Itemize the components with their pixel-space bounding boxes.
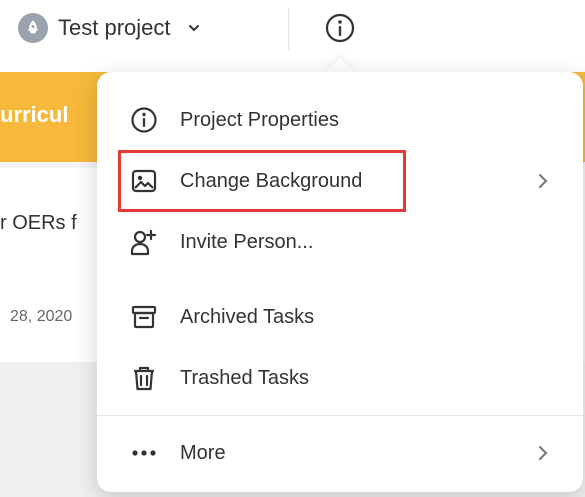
project-info-button[interactable] [322, 10, 358, 46]
project-switcher[interactable]: Test project [18, 10, 201, 46]
rocket-icon [27, 20, 39, 34]
project-name: Test project [58, 15, 171, 40]
task-card[interactable]: r OERs f 28, 2020 [0, 168, 110, 363]
archive-icon [129, 302, 159, 332]
task-card-date: 28, 2020 [10, 308, 73, 325]
highlight-box [118, 150, 406, 212]
menu-item-trashed-tasks[interactable]: Trashed Tasks [97, 350, 583, 406]
header-divider [288, 8, 289, 50]
menu-item-label: Project Properties [180, 108, 339, 131]
add-person-icon [129, 227, 159, 257]
menu-item-label: More [180, 441, 226, 464]
menu-item-label: Trashed Tasks [180, 366, 309, 389]
menu-item-project-properties[interactable]: Project Properties [97, 92, 583, 148]
info-circle-icon [129, 105, 159, 135]
more-dots-icon [129, 438, 159, 468]
trash-icon [129, 363, 159, 393]
task-card-title: r OERs f [0, 212, 77, 234]
chevron-right-icon [537, 173, 549, 189]
chevron-down-icon [187, 21, 201, 35]
menu-item-more[interactable]: More [97, 425, 583, 481]
chevron-right-icon [537, 445, 549, 461]
menu-item-label: Invite Person... [180, 230, 314, 253]
menu-item-label: Archived Tasks [180, 305, 315, 328]
project-menu: Project Properties Change Background Inv… [97, 72, 583, 492]
menu-item-invite-person[interactable]: Invite Person... [97, 214, 583, 270]
menu-divider [97, 415, 583, 416]
info-circle-icon [325, 13, 355, 43]
menu-item-archived-tasks[interactable]: Archived Tasks [97, 289, 583, 345]
column-title: urricul [0, 102, 69, 127]
project-avatar [18, 13, 48, 43]
top-bar: Test project [0, 0, 585, 72]
